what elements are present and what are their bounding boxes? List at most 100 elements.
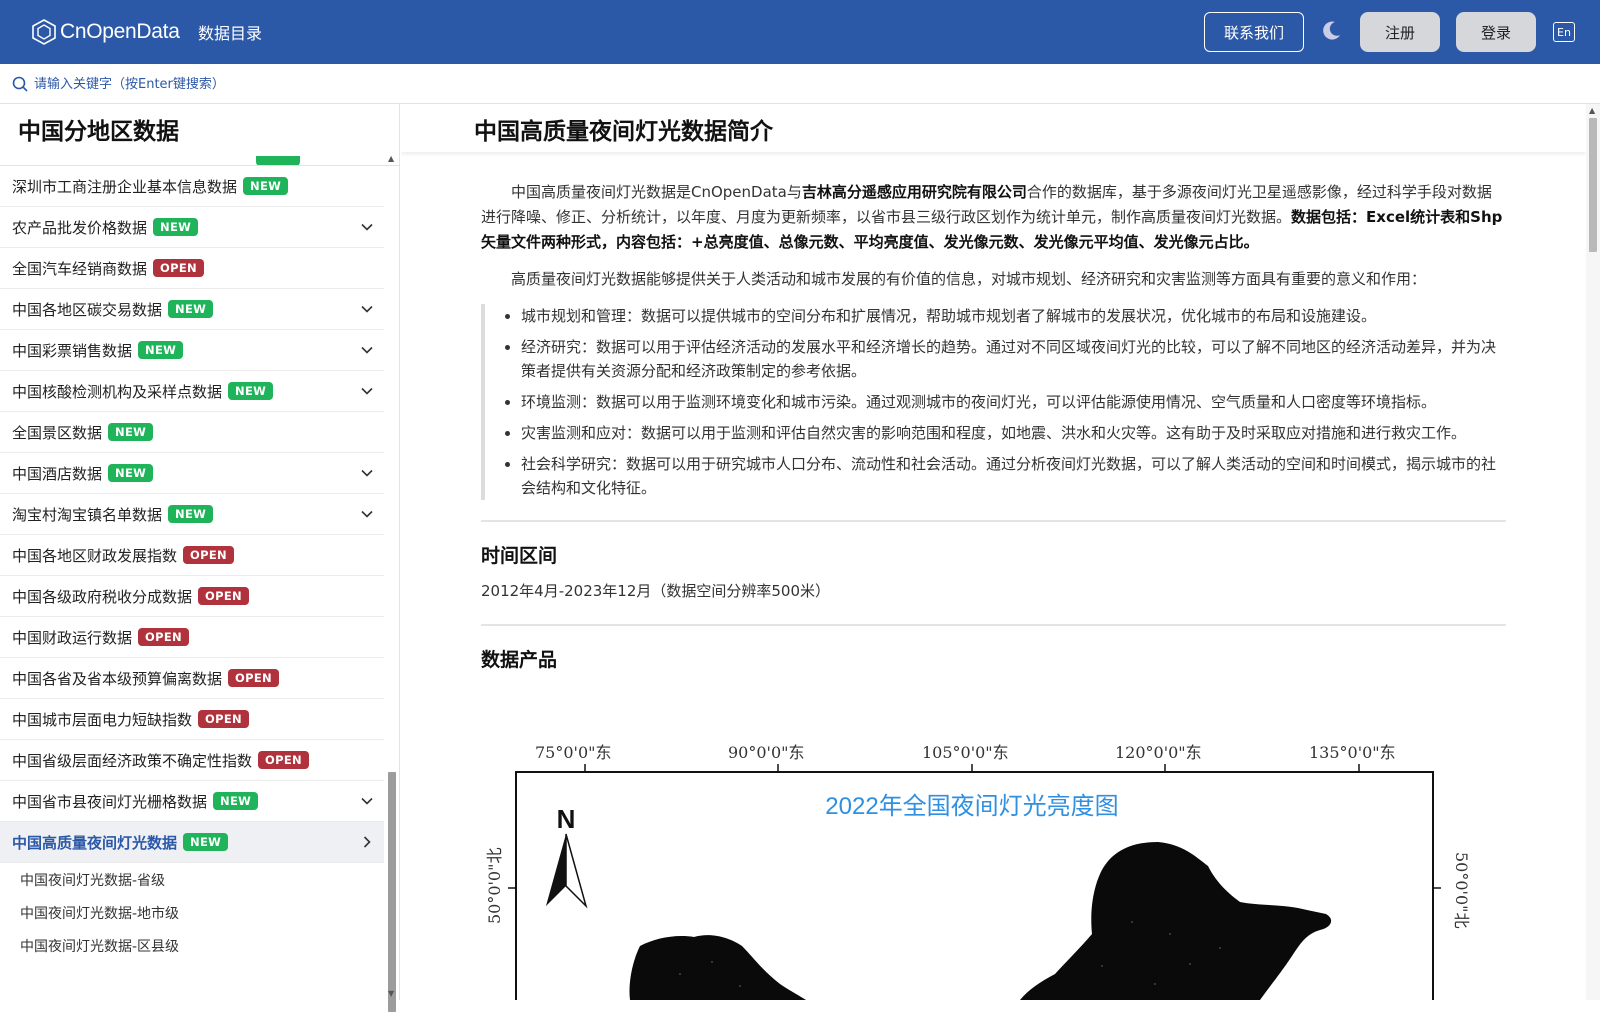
chevron-down-icon[interactable] — [360, 343, 374, 357]
sidebar-item-label: 淘宝村淘宝镇名单数据 — [12, 505, 163, 524]
chevron-down-icon[interactable] — [360, 466, 374, 480]
open-badge: OPEN — [198, 587, 249, 605]
sidebar-item-label: 中国彩票销售数据 — [12, 341, 133, 360]
contact-us-button[interactable]: 联系我们 — [1204, 12, 1304, 52]
sidebar-list: 深圳市工商注册企业基本信息数据 NEW 农产品批发价格数据 NEW 全国汽车经销商数据 O… — [0, 166, 384, 1000]
sidebar-item-label: 中国高质量夜间灯光数据 — [12, 833, 178, 852]
open-badge: OPEN — [228, 669, 279, 687]
sidebar-item-label: 深圳市工商注册企业基本信息数据 — [12, 177, 238, 196]
sidebar-item[interactable]: 全国景区数据 NEW — [0, 412, 384, 453]
search-input[interactable] — [34, 72, 634, 96]
lon-label: 105°0'0"东 — [922, 743, 1009, 762]
sidebar-item[interactable]: 中国各地区碳交易数据 NEW — [0, 289, 384, 330]
sidebar-item-label: 中国各级政府税收分成数据 — [12, 587, 193, 606]
new-badge: NEW — [243, 177, 289, 195]
map-title: 2022年全国夜间灯光亮度图 — [825, 793, 1118, 820]
new-badge: NEW — [108, 464, 154, 482]
article-body: 中国高质量夜间灯光数据是CnOpenData与吉林高分遥感应用研究院有限公司合作… — [481, 180, 1506, 683]
sidebar-item[interactable]: 全国汽车经销商数据 OPEN — [0, 248, 384, 289]
scroll-down-arrow-icon[interactable]: ▼ — [388, 989, 394, 998]
nav-data-catalog[interactable]: 数据目录 — [198, 20, 262, 44]
new-badge: NEW — [213, 792, 259, 810]
sidebar-item[interactable]: 中国各级政府税收分成数据 OPEN — [0, 576, 384, 617]
sidebar-item[interactable]: 中国彩票销售数据 NEW — [0, 330, 384, 371]
usage-bullet: 灾害监测和应对：数据可以用于监测和评估自然灾害的影响范围和程度，如地震、洪水和火… — [521, 421, 1506, 445]
data-product-heading: 数据产品 — [481, 649, 558, 671]
sidebar-item-label: 中国酒店数据 — [12, 464, 103, 483]
sidebar-item[interactable]: 中国各省及省本级预算偏离数据 OPEN — [0, 658, 384, 699]
new-badge: NEW — [183, 833, 229, 851]
chevron-down-icon[interactable] — [360, 794, 374, 808]
sidebar-title: 中国分地区数据 — [18, 119, 179, 145]
page-title: 中国高质量夜间灯光数据简介 — [474, 119, 773, 145]
top-navigation-bar: CnOpenData 数据目录 联系我们 注册 登录 En — [0, 0, 1600, 64]
scroll-up-arrow-icon[interactable]: ▲ — [388, 154, 394, 163]
search-icon — [12, 76, 28, 92]
language-switch-button[interactable]: En — [1553, 22, 1575, 42]
sidebar-item[interactable]: 中国高质量夜间灯光数据 NEW — [0, 822, 384, 863]
open-badge: OPEN — [153, 259, 204, 277]
sidebar-item[interactable]: 中国城市层面电力短缺指数 OPEN — [0, 699, 384, 740]
time-range-heading: 时间区间 — [481, 545, 558, 567]
main-content: 中国高质量夜间灯光数据简介 中国高质量夜间灯光数据是CnOpenData与吉林高… — [401, 104, 1586, 1000]
lat-label-left: 50°0'0"北 — [485, 848, 504, 924]
site-logo[interactable]: CnOpenData — [32, 16, 180, 48]
open-badge: OPEN — [183, 546, 234, 564]
open-badge: OPEN — [258, 751, 309, 769]
open-badge: OPEN — [198, 710, 249, 728]
sidebar-item[interactable]: 深圳市工商注册企业基本信息数据 NEW — [0, 166, 384, 207]
sidebar-sub-item[interactable]: 中国夜间灯光数据-省级 — [0, 863, 384, 896]
north-arrow-label: N — [557, 804, 576, 834]
sidebar-item[interactable]: 中国省市县夜间灯光栅格数据 NEW — [0, 781, 384, 822]
new-badge: NEW — [168, 300, 214, 318]
dark-mode-moon-icon[interactable] — [1320, 20, 1342, 42]
lon-label: 135°0'0"东 — [1309, 743, 1396, 762]
usage-bullet: 经济研究：数据可以用于评估经济活动的发展水平和经济增长的趋势。通过对不同区域夜间… — [521, 335, 1506, 383]
new-badge: NEW — [168, 505, 214, 523]
sidebar-item[interactable]: 淘宝村淘宝镇名单数据 NEW — [0, 494, 384, 535]
sidebar-item-label: 全国景区数据 — [12, 423, 103, 442]
sidebar-item-label: 中国核酸检测机构及采样点数据 — [12, 382, 223, 401]
lon-label: 75°0'0"东 — [535, 743, 611, 762]
open-badge: OPEN — [138, 628, 189, 646]
sidebar-item-label: 中国各地区碳交易数据 — [12, 300, 163, 319]
usage-bullet: 社会科学研究：数据可以用于研究城市人口分布、流动性和社会活动。通过分析夜间灯光数… — [521, 452, 1506, 500]
chevron-down-icon[interactable] — [360, 384, 374, 398]
sidebar-item[interactable]: 中国酒店数据 NEW — [0, 453, 384, 494]
night-light-map-image: 75°0'0"东 90°0'0"东 105°0'0"东 120°0'0"东 13… — [480, 734, 1480, 1000]
intro-organization: 吉林高分遥感应用研究院有限公司 — [801, 183, 1027, 201]
chevron-down-icon[interactable] — [360, 220, 374, 234]
lon-label: 120°0'0"东 — [1115, 743, 1202, 762]
sidebar-scroll-thumb[interactable] — [388, 772, 396, 1012]
login-button[interactable]: 登录 — [1456, 12, 1536, 52]
sidebar-item-label: 农产品批发价格数据 — [12, 218, 148, 237]
new-badge: NEW — [108, 423, 154, 441]
sidebar-item-label: 中国省市县夜间灯光栅格数据 — [12, 792, 208, 811]
scroll-up-arrow-icon[interactable]: ▲ — [1589, 106, 1595, 115]
chevron-down-icon[interactable] — [360, 302, 374, 316]
usage-bullet: 城市规划和管理：数据可以提供城市的空间分布和扩展情况，帮助城市规划者了解城市的发… — [521, 304, 1506, 328]
sidebar-item-label: 中国省级层面经济政策不确定性指数 — [12, 751, 253, 770]
new-badge: NEW — [228, 382, 274, 400]
chevron-down-icon[interactable] — [360, 507, 374, 521]
sidebar-item[interactable]: 中国财政运行数据 OPEN — [0, 617, 384, 658]
main-scroll-thumb[interactable] — [1589, 118, 1597, 252]
sidebar-item[interactable]: 中国省级层面经济政策不确定性指数 OPEN — [0, 740, 384, 781]
main-header: 中国高质量夜间灯光数据简介 — [401, 104, 1586, 152]
new-badge: NEW — [138, 341, 184, 359]
chevron-right-icon[interactable] — [360, 835, 374, 849]
sidebar-item-label: 中国城市层面电力短缺指数 — [12, 710, 193, 729]
sidebar-sub-item[interactable]: 中国夜间灯光数据-地市级 — [0, 896, 384, 929]
sidebar-sub-item[interactable]: 中国夜间灯光数据-区县级 — [0, 929, 384, 962]
search-bar — [0, 64, 1600, 104]
map-figure: 75°0'0"东 90°0'0"东 105°0'0"东 120°0'0"东 13… — [485, 743, 1471, 1000]
sidebar-item[interactable]: 农产品批发价格数据 NEW — [0, 207, 384, 248]
main-scrollbar[interactable]: ▲ — [1586, 104, 1600, 1000]
time-range-text: 2012年4月-2023年12月（数据空间分辨率500米） — [481, 582, 831, 600]
sidebar-scrollbar[interactable]: ▲ ▼ — [386, 152, 398, 1012]
sidebar-item[interactable]: 中国核酸检测机构及采样点数据 NEW — [0, 371, 384, 412]
sidebar-item-label: 中国各地区财政发展指数 — [12, 546, 178, 565]
category-sidebar: 中国分地区数据 深圳市工商注册企业基本信息数据 NEW 农产品批发价格数据 NEW 全国… — [0, 104, 400, 1012]
sidebar-item[interactable]: 中国各地区财政发展指数 OPEN — [0, 535, 384, 576]
register-button[interactable]: 注册 — [1360, 12, 1440, 52]
